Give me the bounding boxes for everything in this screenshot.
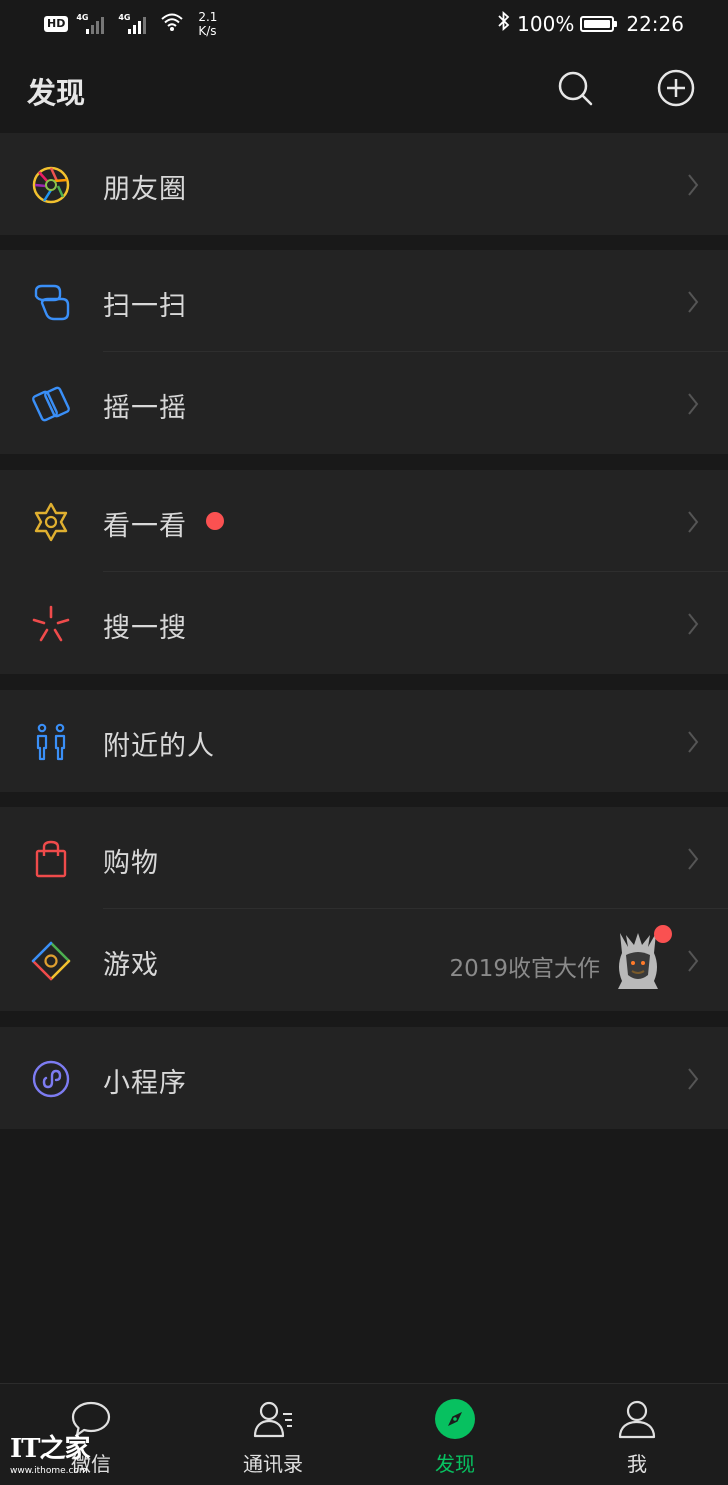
watermark-logo: IT之家 <box>10 1434 91 1464</box>
chevron-right-icon <box>688 393 699 415</box>
menu-label: 附近的人 <box>103 731 215 762</box>
new-badge-dot <box>654 925 672 943</box>
group-nearby: 附近的人 <box>0 690 728 792</box>
group-mini-programs: 小程序 <box>0 1027 728 1129</box>
menu-label: 小程序 <box>103 1068 187 1099</box>
tab-label: 通讯录 <box>243 1452 303 1476</box>
battery-icon <box>580 15 618 32</box>
status-left: HD 4G 4G 2.1 K/s <box>44 10 217 38</box>
scan-icon <box>34 284 70 321</box>
menu-item-shake[interactable]: 摇一摇 <box>0 352 728 454</box>
chevron-right-icon <box>688 613 699 635</box>
new-badge-dot <box>206 512 224 530</box>
add-button[interactable] <box>656 68 696 108</box>
speed-unit: K/s <box>198 24 217 38</box>
menu-label: 游戏 <box>103 950 159 981</box>
signal-icon-sim2: 4G <box>118 13 152 35</box>
status-right: 100% 22:26 <box>497 10 684 36</box>
menu-label: 摇一摇 <box>103 393 187 424</box>
menu-item-search[interactable]: 搜一搜 <box>0 572 728 674</box>
mini-program-icon <box>32 1060 70 1098</box>
shake-icon <box>32 386 70 422</box>
tab-me[interactable]: 我 <box>546 1384 728 1485</box>
tab-discover[interactable]: 发现 <box>364 1384 546 1485</box>
chevron-right-icon <box>688 174 699 196</box>
group-shop-games: 购物 游戏 2019收官大作 <box>0 807 728 1011</box>
battery-percent: 100% <box>517 11 575 36</box>
chevron-right-icon <box>688 291 699 313</box>
menu-item-scan[interactable]: 扫一扫 <box>0 250 728 352</box>
speed-value: 2.1 <box>198 10 218 24</box>
menu-item-moments[interactable]: 朋友圈 <box>0 133 728 235</box>
menu-label: 搜一搜 <box>103 613 187 644</box>
discover-compass-icon <box>435 1399 475 1439</box>
ithome-watermark: IT之家 www.ithome.com <box>10 1428 106 1484</box>
wifi-icon <box>160 12 184 37</box>
plus-circle-icon <box>657 69 695 107</box>
menu-item-shopping[interactable]: 购物 <box>0 807 728 909</box>
chevron-right-icon <box>688 511 699 533</box>
app-header: 发现 <box>0 46 728 132</box>
group-look-search: 看一看 搜一搜 <box>0 470 728 674</box>
people-nearby-icon <box>36 723 66 761</box>
bluetooth-icon <box>497 10 511 36</box>
menu-item-games[interactable]: 游戏 2019收官大作 <box>0 909 728 1011</box>
watermark-url: www.ithome.com <box>10 1466 88 1476</box>
network-speed: 2.1 K/s <box>198 10 217 38</box>
me-person-icon <box>618 1400 656 1439</box>
hd-badge: HD <box>44 16 69 32</box>
network-type-sim1: 4G <box>76 13 89 22</box>
menu-label: 朋友圈 <box>103 174 187 205</box>
status-bar: HD 4G 4G 2.1 K/s 100% 22:26 <box>0 0 728 46</box>
menu-label: 扫一扫 <box>103 291 187 322</box>
tab-label: 发现 <box>435 1452 475 1476</box>
chevron-right-icon <box>688 950 699 972</box>
chevron-right-icon <box>688 731 699 753</box>
search-icon <box>558 71 593 106</box>
games-icon <box>31 941 71 981</box>
menu-item-mini-programs[interactable]: 小程序 <box>0 1027 728 1129</box>
search-sparkle-icon <box>32 605 70 642</box>
tab-contacts[interactable]: 通讯录 <box>182 1384 364 1485</box>
menu-item-people-nearby[interactable]: 附近的人 <box>0 690 728 792</box>
menu-label: 购物 <box>103 848 159 879</box>
chevron-right-icon <box>688 1068 699 1090</box>
group-scan-shake: 扫一扫 摇一摇 <box>0 250 728 454</box>
menu-label: 看一看 <box>103 511 187 542</box>
page-title: 发现 <box>27 76 86 110</box>
bottom-tab-bar: 微信 通讯录 发现 我 <box>0 1383 728 1485</box>
game-promo-thumbnail <box>618 933 658 989</box>
chevron-right-icon <box>688 848 699 870</box>
network-type-sim2: 4G <box>118 13 131 22</box>
moments-aperture-icon <box>32 166 70 204</box>
top-stories-icon <box>34 502 68 542</box>
group-moments: 朋友圈 <box>0 133 728 235</box>
menu-item-top-stories[interactable]: 看一看 <box>0 470 728 572</box>
tab-label: 我 <box>627 1452 647 1476</box>
clock: 22:26 <box>626 11 684 36</box>
contacts-icon <box>253 1401 292 1438</box>
signal-icon-sim1: 4G <box>76 13 110 35</box>
search-button[interactable] <box>555 68 595 108</box>
games-promo-text: 2019收官大作 <box>449 956 600 982</box>
shopping-bag-icon <box>35 840 67 878</box>
